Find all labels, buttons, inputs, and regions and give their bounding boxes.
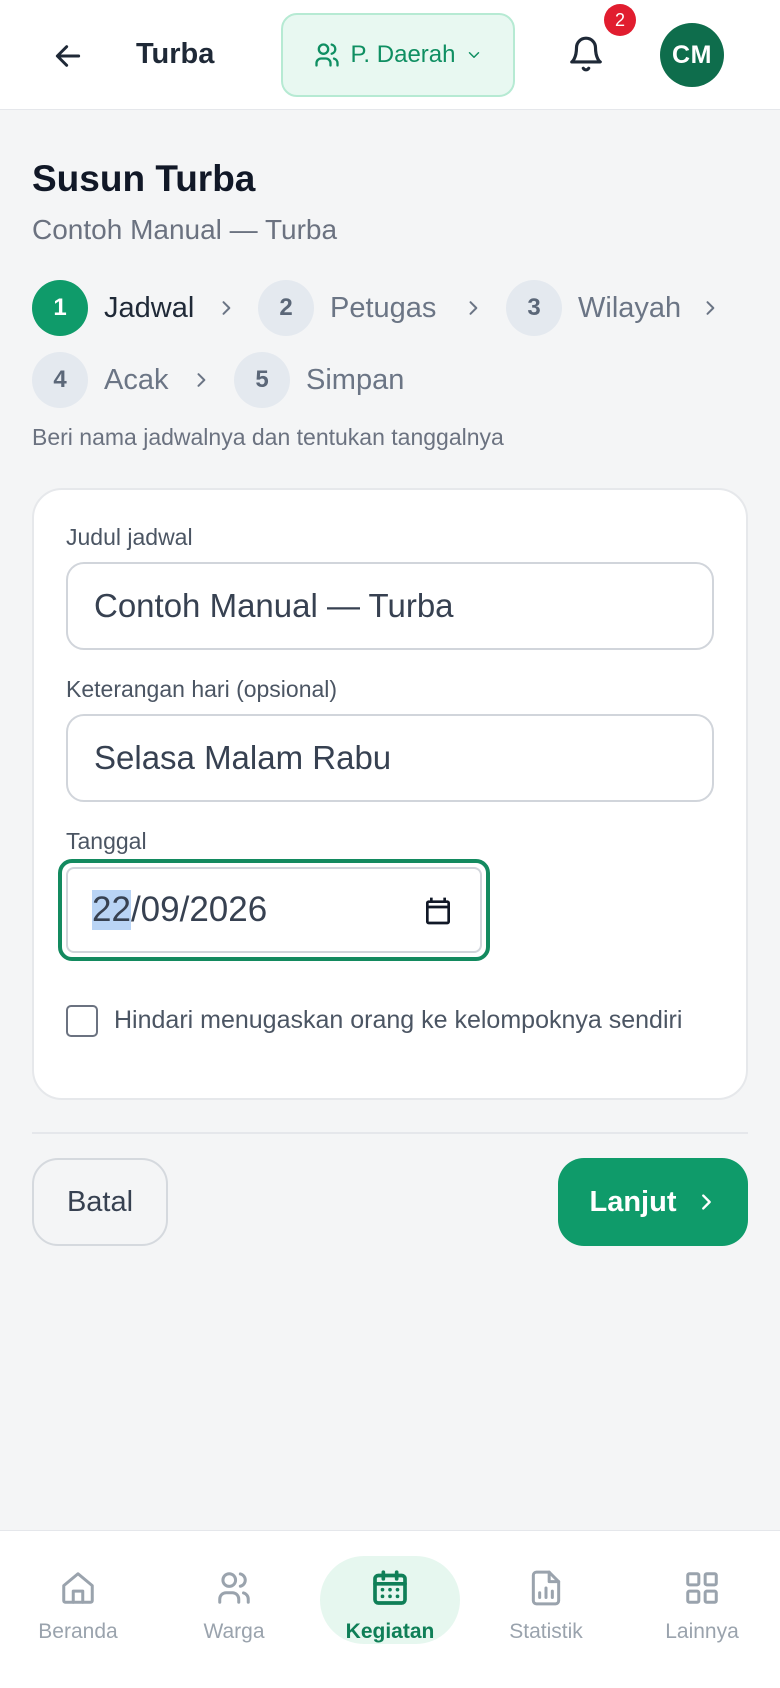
step-number: 4	[32, 352, 88, 408]
nav-label: Statistik	[509, 1620, 583, 1643]
date-input-focus-ring: 22/09/2026	[58, 859, 490, 961]
step-label: Jadwal	[104, 291, 195, 324]
org-select[interactable]: P. Daerah	[281, 13, 515, 97]
avatar[interactable]: CM	[660, 23, 724, 87]
avoid-own-group-label[interactable]: Hindari menugaskan orang ke kelompoknya …	[114, 1006, 682, 1035]
step-number: 2	[258, 280, 314, 336]
date-day-segment[interactable]: 22	[92, 890, 131, 930]
step-number: 3	[506, 280, 562, 336]
calendar-picker-icon[interactable]	[422, 895, 454, 927]
users-icon	[212, 1566, 256, 1610]
nav-beranda[interactable]: Beranda	[8, 1566, 148, 1662]
notifications-button[interactable]	[560, 28, 612, 80]
date-input[interactable]: 22/09/2026	[66, 867, 482, 953]
step-label: Acak	[104, 363, 169, 396]
nav-label: Beranda	[38, 1620, 118, 1643]
nav-warga[interactable]: Warga	[164, 1566, 304, 1662]
day-field-label: Keterangan hari (opsional)	[66, 676, 338, 702]
divider	[32, 1132, 748, 1134]
step-label: Simpan	[306, 363, 405, 396]
chevron-right-icon	[700, 296, 720, 320]
step-jadwal[interactable]: 1 Jadwal	[32, 280, 194, 336]
nav-kegiatan[interactable]: Kegiatan	[320, 1566, 460, 1662]
app-header: Turba P. Daerah 2 CM	[0, 0, 780, 110]
cancel-button[interactable]: Batal	[32, 1158, 168, 1246]
page-subtitle: Contoh Manual — Turba	[32, 214, 338, 245]
chart-file-icon	[524, 1566, 568, 1610]
notification-badge: 2	[604, 4, 636, 36]
nav-label: Lainnya	[665, 1620, 739, 1643]
nav-label: Kegiatan	[345, 1620, 435, 1643]
header-title: Turba	[136, 38, 215, 70]
step-simpan[interactable]: 5 Simpan	[234, 352, 404, 408]
calendar-icon	[368, 1566, 412, 1610]
nav-lainnya[interactable]: Lainnya	[632, 1566, 772, 1662]
avoid-own-group-checkbox[interactable]	[66, 1005, 98, 1037]
step-petugas[interactable]: 2 Petugas	[258, 280, 436, 336]
step-wilayah[interactable]: 3 Wilayah	[506, 280, 681, 336]
bell-icon	[570, 36, 602, 72]
step-acak[interactable]: 4 Acak	[32, 352, 168, 408]
nav-statistik[interactable]: Statistik	[476, 1566, 616, 1662]
chevron-down-icon	[469, 52, 480, 58]
home-icon	[56, 1566, 100, 1610]
chevron-right-icon	[463, 296, 483, 320]
arrow-left-icon	[55, 45, 81, 67]
grid-icon	[680, 1566, 724, 1610]
chevron-right-icon	[701, 1194, 711, 1210]
page-title: Susun Turba	[32, 158, 256, 199]
title-input[interactable]: Contoh Manual — Turba	[66, 562, 714, 650]
step-label: Petugas	[330, 291, 437, 324]
title-field-label: Judul jadwal	[66, 524, 193, 550]
chevron-right-icon	[216, 296, 236, 320]
step-label: Wilayah	[578, 291, 682, 324]
users-icon	[314, 43, 339, 67]
back-button[interactable]	[44, 32, 92, 80]
date-field-label: Tanggal	[66, 828, 147, 854]
next-button-label: Lanjut	[589, 1185, 677, 1218]
step-number: 1	[32, 280, 88, 336]
next-button[interactable]: Lanjut	[558, 1158, 748, 1246]
nav-label: Warga	[203, 1620, 265, 1643]
step-number: 5	[234, 352, 290, 408]
org-select-label: P. Daerah	[350, 41, 456, 68]
step-hint: Beri nama jadwalnya dan tentukan tanggal…	[32, 424, 504, 450]
chevron-right-icon	[191, 368, 211, 392]
day-input[interactable]: Selasa Malam Rabu	[66, 714, 714, 802]
date-month-year-segment[interactable]: /09/2026	[131, 890, 267, 930]
